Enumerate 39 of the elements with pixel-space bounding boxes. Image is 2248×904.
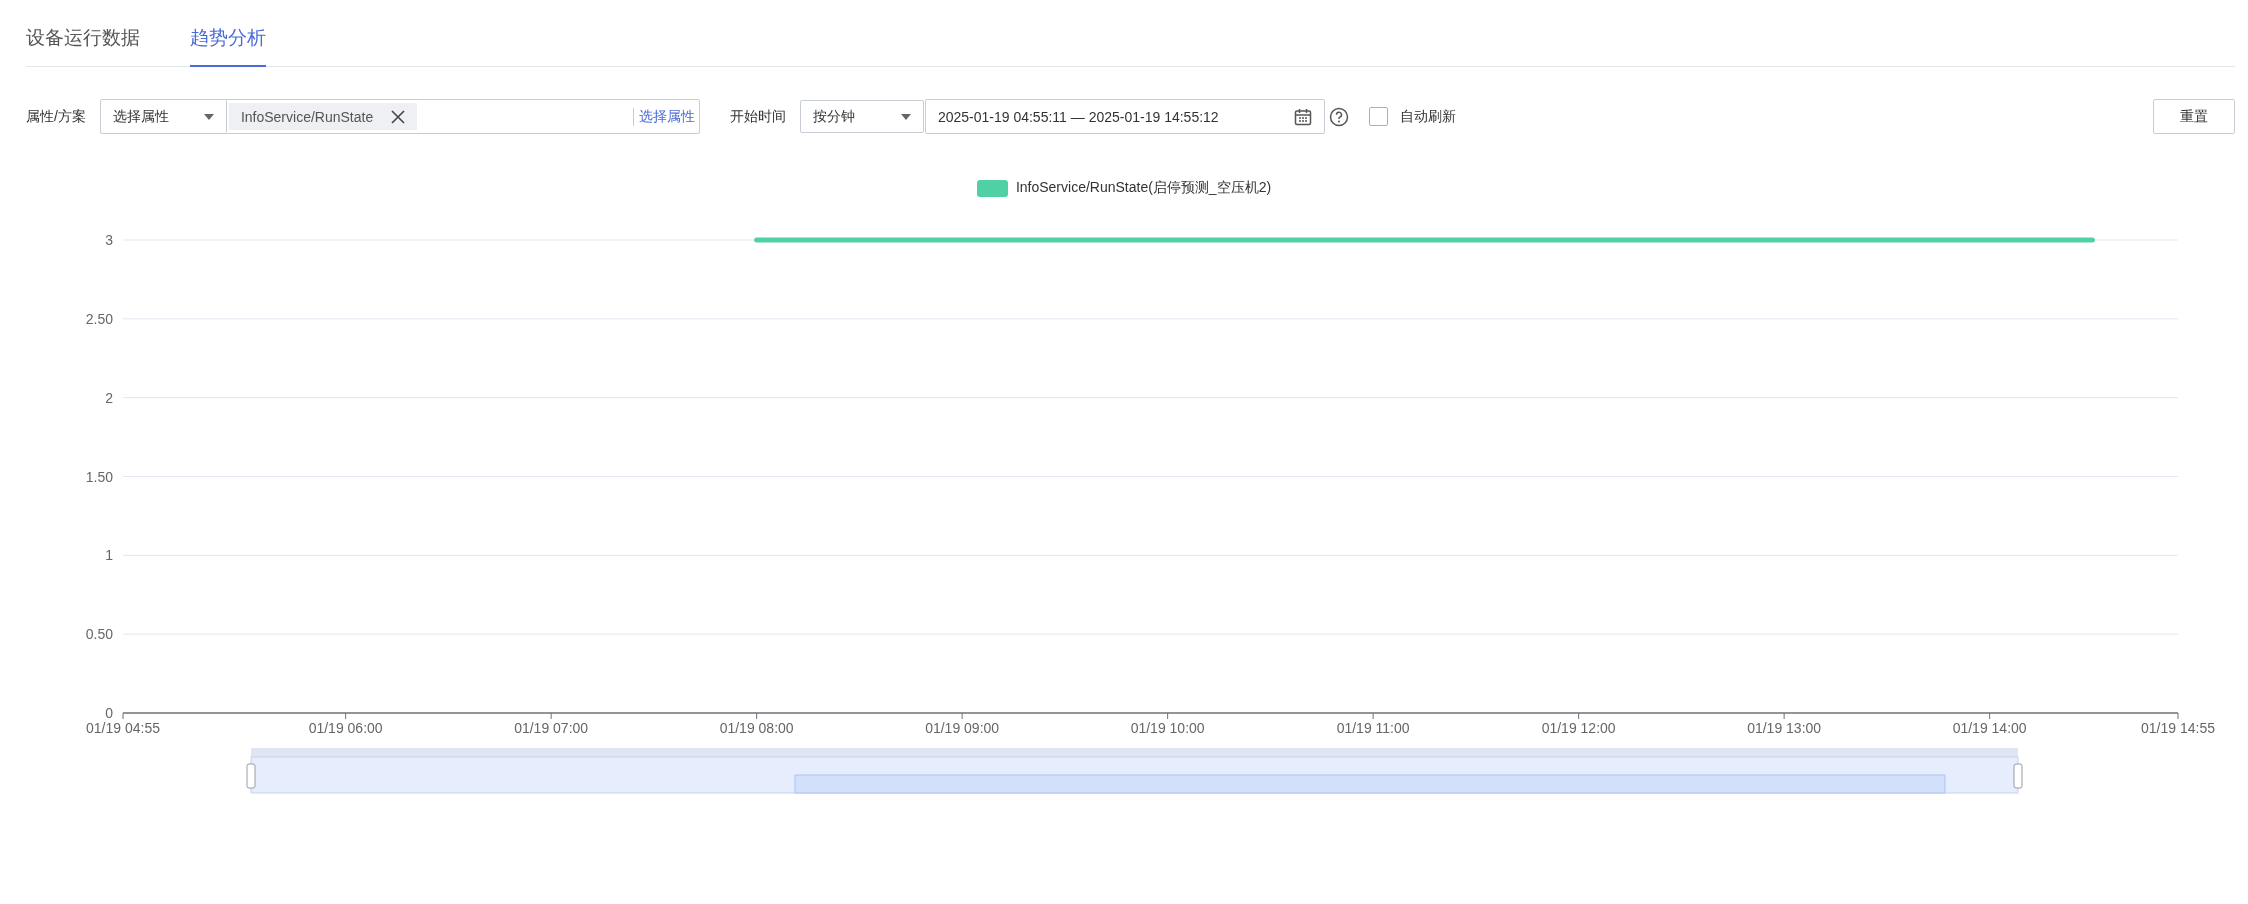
x-axis-label: 01/19 10:00 xyxy=(1130,720,1205,736)
x-axis-label: 01/19 14:55 xyxy=(2141,720,2215,736)
y-axis-label: 0 xyxy=(105,705,113,721)
y-axis-label: 0.50 xyxy=(85,626,113,643)
x-axis-label: 01/19 14:00 xyxy=(1952,720,2027,736)
x-axis-label: 01/19 06:00 xyxy=(308,720,383,736)
y-axis-label: 3 xyxy=(105,232,113,248)
x-axis-label: 01/19 07:00 xyxy=(514,720,589,736)
y-axis-label: 1.50 xyxy=(85,468,113,485)
field-label: 属性/方案 xyxy=(26,107,86,126)
date-range-field[interactable]: 2025-01-19 04:55:11 — 2025-01-19 14:55:12 xyxy=(924,99,1325,134)
attribute-field[interactable]: 选择属性 InfoService/RunState 选择属性 xyxy=(99,99,700,134)
x-axis-label: 01/19 04:55 xyxy=(86,720,160,736)
granularity-select[interactable]: 按分钟 xyxy=(799,100,924,133)
reset-button[interactable]: 重置 xyxy=(2153,99,2235,134)
x-axis-label: 01/19 12:00 xyxy=(1541,720,1616,736)
x-axis-label: 01/19 13:00 xyxy=(1747,720,1822,736)
checkbox[interactable] xyxy=(1368,107,1388,126)
help-icon[interactable] xyxy=(1328,106,1349,127)
x-axis-label: 01/19 09:00 xyxy=(925,720,1000,736)
y-axis-label: 2 xyxy=(105,389,113,406)
select-attribute-link[interactable]: 选择属性 xyxy=(632,107,699,126)
x-axis-label: 01/19 11:00 xyxy=(1336,720,1410,736)
field-label: 开始时间 xyxy=(729,107,786,126)
close-icon[interactable] xyxy=(391,109,406,124)
tab[interactable]: 趋势分析 xyxy=(190,25,266,67)
calendar-icon xyxy=(1293,107,1312,126)
tab[interactable]: 设备运行数据 xyxy=(26,25,140,67)
checkbox-label: 自动刷新 xyxy=(1399,107,1456,126)
x-axis-label: 01/19 08:00 xyxy=(719,720,794,736)
caret-icon xyxy=(203,113,214,120)
legend-label[interactable]: InfoService/RunState(启停预测_空压机2) xyxy=(1015,179,1272,197)
attribute-tag: InfoService/RunState xyxy=(228,103,418,130)
caret-icon xyxy=(900,113,911,120)
zoom-slider[interactable] xyxy=(246,748,2023,794)
y-axis-label: 1 xyxy=(105,547,113,564)
legend-swatch[interactable] xyxy=(976,179,1008,197)
attribute-select[interactable]: 选择属性 xyxy=(100,100,227,133)
y-axis-label: 2.50 xyxy=(85,310,113,327)
